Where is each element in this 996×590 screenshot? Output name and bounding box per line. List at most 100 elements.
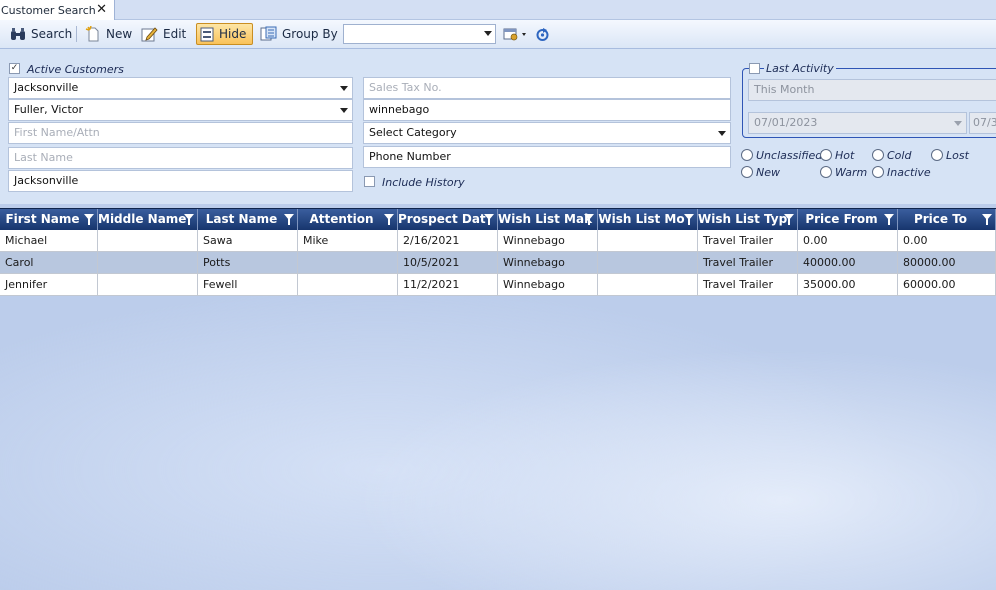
- group-by-dropdown[interactable]: [343, 24, 496, 44]
- radio-new[interactable]: [741, 166, 753, 178]
- table-row[interactable]: Jennifer Fewell 11/2/2021 Winnebago Trav…: [0, 274, 996, 296]
- date-from-picker[interactable]: 07/01/2023: [748, 112, 967, 134]
- cell-wish-list-make: Winnebago: [498, 274, 598, 295]
- hide-button[interactable]: Hide: [196, 23, 253, 45]
- search-button[interactable]: Search: [7, 23, 75, 45]
- layout-settings-icon: [503, 28, 526, 41]
- include-history-checkbox[interactable]: [364, 176, 375, 187]
- refresh-button[interactable]: [532, 23, 553, 45]
- cell-last-name: Potts: [198, 252, 298, 273]
- radio-cold-label: Cold: [887, 149, 912, 162]
- radio-inactive[interactable]: [872, 166, 884, 178]
- last-name-field[interactable]: Last Name: [8, 147, 353, 169]
- new-button[interactable]: New: [82, 23, 135, 45]
- filter-panel: ✓ Active Customers Jacksonville Fuller, …: [0, 49, 996, 204]
- salesperson-dropdown[interactable]: Fuller, Victor: [8, 99, 353, 121]
- city-dropdown[interactable]: Jacksonville: [8, 77, 353, 99]
- column-header-label: First Name: [5, 212, 80, 226]
- period-dropdown[interactable]: This Month: [748, 79, 996, 101]
- radio-lost[interactable]: [931, 149, 943, 161]
- column-header-wish-list-model[interactable]: Wish List Mo: [598, 209, 698, 231]
- column-header-price-to[interactable]: Price To: [898, 209, 996, 231]
- table-row[interactable]: Carol Potts 10/5/2021 Winnebago Travel T…: [0, 252, 996, 274]
- chevron-down-icon: [340, 86, 348, 91]
- first-name-field[interactable]: First Name/Attn: [8, 122, 353, 144]
- column-header-label: Wish List Mo: [598, 212, 685, 226]
- radio-hot[interactable]: [820, 149, 832, 161]
- hide-panel-icon: [200, 27, 214, 41]
- cell-price-from: 35000.00: [798, 274, 898, 295]
- cell-wish-list-type: Travel Trailer: [698, 230, 798, 251]
- filter-funnel-icon[interactable]: [982, 214, 992, 225]
- column-header-attention[interactable]: Attention: [298, 209, 398, 231]
- cell-attention: [298, 274, 398, 295]
- radio-unclassified-label: Unclassified: [756, 149, 823, 162]
- filter-funnel-icon[interactable]: [784, 214, 794, 225]
- make-field[interactable]: winnebago: [363, 99, 731, 121]
- column-header-label: Prospect Dat: [398, 212, 486, 226]
- cell-wish-list-model: [598, 252, 698, 273]
- column-header-wish-list-make[interactable]: Wish List Mak: [498, 209, 598, 231]
- group-by-button[interactable]: Group By: [257, 23, 341, 45]
- new-button-label: New: [106, 27, 133, 41]
- column-header-last-name[interactable]: Last Name: [198, 209, 298, 231]
- cell-attention: Mike: [298, 230, 398, 251]
- filter-funnel-icon[interactable]: [84, 214, 94, 225]
- filter-funnel-icon[interactable]: [384, 214, 394, 225]
- layout-menu-button[interactable]: [500, 23, 530, 45]
- column-header-prospect-date[interactable]: Prospect Dat: [398, 209, 498, 231]
- grid-header: First Name Middle Name Last Name Attenti…: [0, 208, 996, 231]
- cell-middle-name: [98, 252, 198, 273]
- cell-last-name: Fewell: [198, 274, 298, 295]
- hide-button-label: Hide: [219, 27, 247, 41]
- cell-middle-name: [98, 230, 198, 251]
- column-header-label: Attention: [309, 212, 374, 226]
- column-header-middle-name[interactable]: Middle Name: [98, 209, 198, 231]
- edit-button-label: Edit: [163, 27, 187, 41]
- radio-cold[interactable]: [872, 149, 884, 161]
- column-header-first-name[interactable]: First Name: [0, 209, 98, 231]
- phone-field[interactable]: Phone Number: [363, 146, 731, 168]
- toolbar: Search New Edit Hide Group By: [0, 20, 996, 49]
- last-activity-label: Last Activity: [764, 62, 836, 75]
- table-row[interactable]: Michael Sawa Mike 2/16/2021 Winnebago Tr…: [0, 230, 996, 252]
- column-header-price-from[interactable]: Price From: [798, 209, 898, 231]
- tab-customer-search[interactable]: Customer Search ✕: [0, 0, 115, 20]
- tab-strip: Customer Search ✕: [0, 0, 996, 20]
- cell-middle-name: [98, 274, 198, 295]
- cell-wish-list-type: Travel Trailer: [698, 274, 798, 295]
- chevron-down-icon: [954, 121, 962, 126]
- chevron-down-icon: [718, 131, 726, 136]
- last-activity-checkbox[interactable]: [749, 63, 760, 74]
- cell-wish-list-model: [598, 274, 698, 295]
- cell-first-name: Michael: [0, 230, 98, 251]
- include-history-label: Include History: [382, 176, 465, 189]
- category-dropdown-value: Select Category: [369, 126, 457, 139]
- filter-funnel-icon[interactable]: [284, 214, 294, 225]
- cell-price-from: 40000.00: [798, 252, 898, 273]
- filter-funnel-icon[interactable]: [584, 214, 594, 225]
- edit-button[interactable]: Edit: [138, 23, 189, 45]
- column-header-wish-list-type[interactable]: Wish List Typ: [698, 209, 798, 231]
- cell-prospect-date: 10/5/2021: [398, 252, 498, 273]
- radio-unclassified[interactable]: [741, 149, 753, 161]
- date-to-picker[interactable]: 07/31/2023: [969, 112, 996, 134]
- filter-funnel-icon[interactable]: [684, 214, 694, 225]
- close-icon[interactable]: ✕: [96, 2, 107, 17]
- city-field[interactable]: Jacksonville: [8, 170, 353, 192]
- cell-price-from: 0.00: [798, 230, 898, 251]
- filter-funnel-icon[interactable]: [884, 214, 894, 225]
- filter-funnel-icon[interactable]: [184, 214, 194, 225]
- cell-price-to: 80000.00: [898, 252, 996, 273]
- tab-title: Customer Search: [1, 3, 96, 17]
- category-dropdown[interactable]: Select Category: [363, 122, 731, 144]
- sales-tax-field[interactable]: Sales Tax No.: [363, 77, 731, 99]
- radio-warm[interactable]: [820, 166, 832, 178]
- filter-funnel-icon[interactable]: [484, 214, 494, 225]
- group-by-button-label: Group By: [282, 27, 338, 41]
- column-header-label: Middle Name: [98, 212, 187, 226]
- column-header-label: Last Name: [205, 212, 278, 226]
- active-customers-checkbox[interactable]: ✓: [9, 63, 20, 74]
- cell-price-to: 0.00: [898, 230, 996, 251]
- cell-wish-list-type: Travel Trailer: [698, 252, 798, 273]
